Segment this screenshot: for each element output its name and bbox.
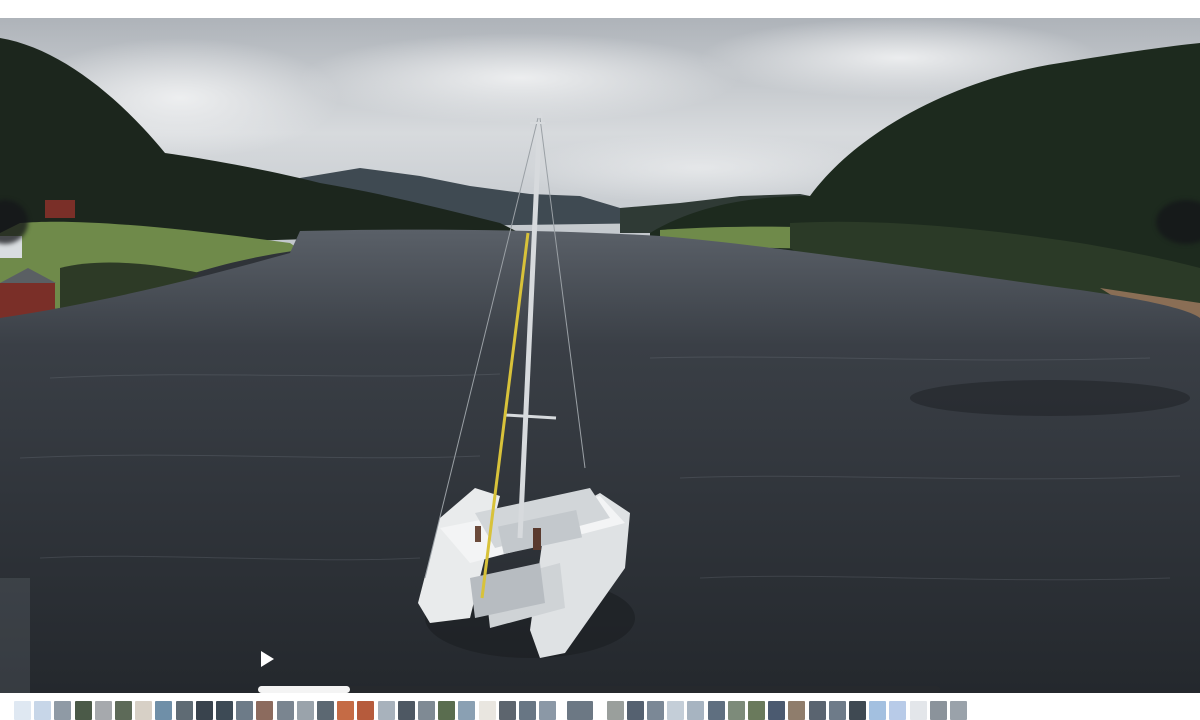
filmstrip-thumbnail[interactable]: [727, 701, 745, 720]
filmstrip-thumbnail[interactable]: [175, 701, 193, 720]
filmstrip-thumbnail[interactable]: [768, 701, 786, 720]
filmstrip-thumbnail[interactable]: [14, 701, 31, 720]
filmstrip-thumbnail[interactable]: [256, 701, 274, 720]
filmstrip-thumbnail[interactable]: [74, 701, 92, 720]
play-icon: [261, 651, 274, 667]
filmstrip-thumbnail[interactable]: [539, 701, 557, 720]
filmstrip-thumbnail[interactable]: [929, 701, 947, 720]
filmstrip-thumbnail[interactable]: [337, 701, 355, 720]
filmstrip-thumbnail[interactable]: [869, 701, 887, 720]
media-viewer-app: [0, 0, 1200, 720]
filmstrip-thumbnail[interactable]: [626, 701, 644, 720]
filmstrip-thumbnail[interactable]: [94, 701, 112, 720]
filmstrip-thumbnail[interactable]: [788, 701, 806, 720]
filmstrip-thumbnail[interactable]: [808, 701, 826, 720]
filmstrip-thumbnail[interactable]: [828, 701, 846, 720]
play-button[interactable]: [256, 648, 278, 670]
filmstrip-thumbnail[interactable]: [357, 701, 375, 720]
filmstrip-thumbnail[interactable]: [889, 701, 907, 720]
filmstrip-thumbnail[interactable]: [458, 701, 476, 720]
video-scrubber[interactable]: [258, 686, 940, 693]
filmstrip-thumbnail[interactable]: [748, 701, 765, 720]
filmstrip-thumbnail[interactable]: [115, 701, 132, 720]
filmstrip-thumbnail[interactable]: [296, 701, 314, 720]
filmstrip-thumbnail[interactable]: [135, 701, 153, 720]
filmstrip-thumbnail[interactable]: [418, 701, 435, 720]
filmstrip-thumbnail[interactable]: [438, 701, 456, 720]
filmstrip-thumbnail[interactable]: [567, 701, 594, 720]
filmstrip-thumbnail[interactable]: [195, 701, 213, 720]
filmstrip-thumbnail[interactable]: [498, 701, 516, 720]
scrubber-progress: [258, 686, 350, 693]
filmstrip-thumbnail[interactable]: [397, 701, 415, 720]
filmstrip: [0, 693, 1200, 720]
filmstrip-thumbnail[interactable]: [667, 701, 685, 720]
filmstrip-thumbnail[interactable]: [687, 701, 705, 720]
filmstrip-thumbnail[interactable]: [317, 701, 334, 720]
filmstrip-thumbnail[interactable]: [54, 701, 72, 720]
filmstrip-thumbnail[interactable]: [478, 701, 496, 720]
filmstrip-thumbnail[interactable]: [216, 701, 233, 720]
filmstrip-thumbnail[interactable]: [647, 701, 664, 720]
filmstrip-thumbnail[interactable]: [606, 701, 624, 720]
filmstrip-thumbnail[interactable]: [707, 701, 725, 720]
filmstrip-thumbnail[interactable]: [377, 701, 395, 720]
top-bar: [0, 0, 1200, 18]
filmstrip-thumbnail[interactable]: [155, 701, 173, 720]
filmstrip-thumbnail[interactable]: [849, 701, 866, 720]
video-frame: [0, 18, 1200, 693]
filmstrip-thumbnail[interactable]: [909, 701, 927, 720]
filmstrip-thumbnail[interactable]: [236, 701, 254, 720]
video-viewer[interactable]: [0, 18, 1200, 693]
filmstrip-thumbnail[interactable]: [276, 701, 294, 720]
filmstrip-thumbnail[interactable]: [950, 701, 967, 720]
filmstrip-thumbnail[interactable]: [519, 701, 536, 720]
filmstrip-thumbnail[interactable]: [34, 701, 52, 720]
